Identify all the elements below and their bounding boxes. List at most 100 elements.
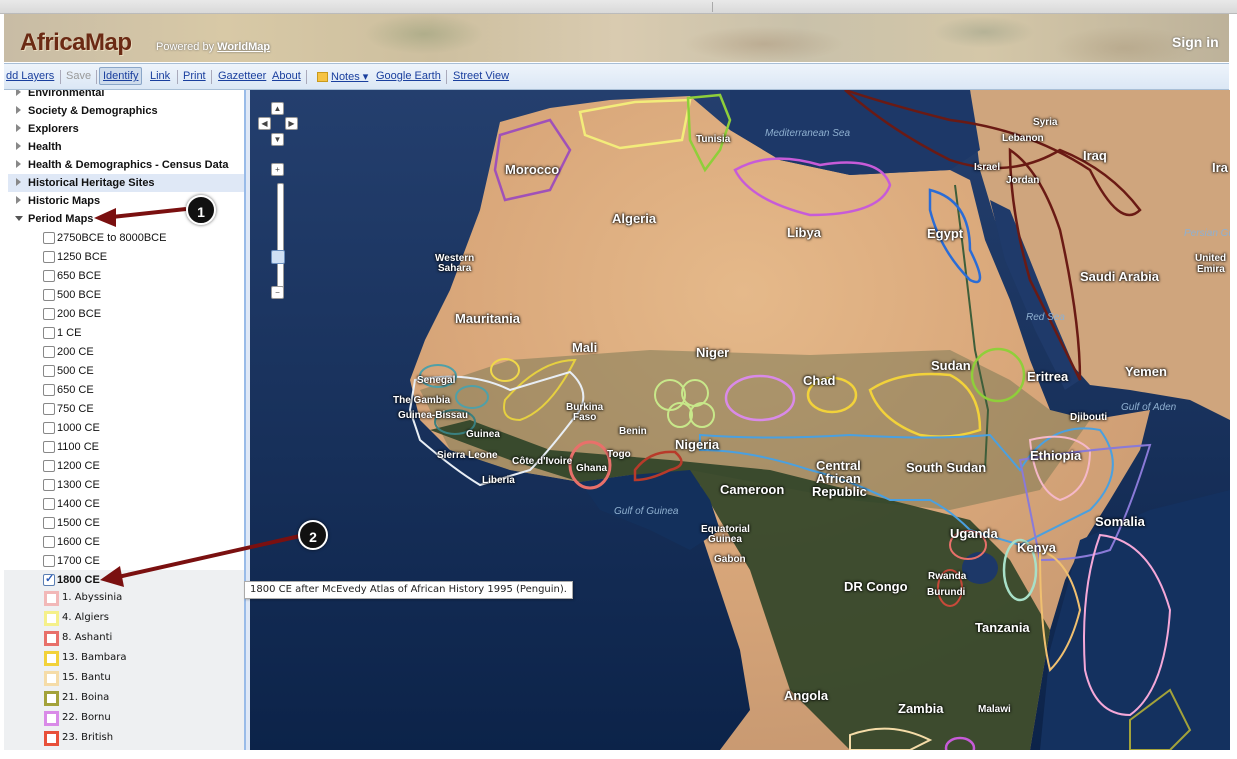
layer-label: 650 BCE — [57, 270, 102, 282]
period-layer-item[interactable]: 650 CE — [40, 381, 240, 400]
layer-label: 1500 CE — [57, 517, 100, 529]
layer-checkbox[interactable] — [43, 517, 55, 529]
worldmap-link[interactable]: WorldMap — [217, 41, 270, 53]
layer-label: 500 CE — [57, 365, 94, 377]
legend-item: 8. Ashanti — [40, 628, 240, 648]
app-header: AfricaMap Powered by WorldMap Sign in — [4, 14, 1229, 62]
period-layer-item[interactable]: 200 CE — [40, 343, 240, 362]
layer-checkbox[interactable] — [43, 422, 55, 434]
zoom-slider-thumb[interactable] — [271, 250, 285, 264]
identify-button[interactable]: Identify — [99, 67, 143, 85]
expand-arrow-icon[interactable] — [16, 124, 21, 132]
collapse-arrow-icon[interactable] — [15, 216, 23, 221]
period-layer-item[interactable]: 1200 CE — [40, 457, 240, 476]
period-layer-item[interactable]: 1700 CE — [40, 552, 240, 571]
legend-label: 21. Boina — [62, 692, 110, 703]
map-label: Ghana — [576, 463, 608, 474]
category-historical-heritage[interactable]: Historical Heritage Sites — [8, 174, 244, 192]
layer-label: 1400 CE — [57, 498, 100, 510]
sign-in-link[interactable]: Sign in — [1172, 34, 1219, 50]
period-layer-item[interactable]: 1500 CE — [40, 514, 240, 533]
category-environmental[interactable]: Environmental — [8, 90, 244, 102]
street-view-button[interactable]: Street View — [453, 70, 509, 82]
category-explorers[interactable]: Explorers — [8, 120, 244, 138]
layer-checkbox[interactable] — [43, 251, 55, 263]
map-label: Saudi Arabia — [1080, 269, 1159, 284]
period-layer-item[interactable]: 750 CE — [40, 400, 240, 419]
expand-arrow-icon[interactable] — [16, 142, 21, 150]
period-layer-item[interactable]: 1400 CE — [40, 495, 240, 514]
add-layers-button[interactable]: dd Layers — [6, 70, 54, 82]
map-label: Lebanon — [1002, 133, 1044, 144]
period-layer-item[interactable]: 1300 CE — [40, 476, 240, 495]
layer-checkbox[interactable] — [43, 327, 55, 339]
period-layer-item[interactable]: 1100 CE — [40, 438, 240, 457]
layer-checkbox[interactable] — [43, 536, 55, 548]
expand-arrow-icon[interactable] — [16, 178, 21, 186]
map-label: Mauritania — [455, 311, 521, 326]
layer-checkbox[interactable] — [43, 441, 55, 453]
period-layer-item[interactable]: 200 BCE — [40, 305, 240, 324]
layer-checkbox[interactable] — [43, 308, 55, 320]
layer-checkbox[interactable] — [43, 498, 55, 510]
period-layer-item[interactable]: 1600 CE — [40, 533, 240, 552]
app-window: AfricaMap Powered by WorldMap Sign in dd… — [0, 0, 1237, 759]
period-layer-item[interactable]: 650 BCE — [40, 267, 240, 286]
layer-checkbox[interactable] — [43, 572, 55, 586]
layer-label: 1 CE — [57, 327, 82, 339]
category-society-demographics[interactable]: Society & Demographics — [8, 102, 244, 120]
legend-swatch — [44, 731, 59, 746]
map-label: Chad — [803, 373, 836, 388]
layer-checkbox[interactable] — [43, 403, 55, 415]
powered-prefix: Powered by — [156, 41, 215, 53]
layer-checkbox[interactable] — [43, 384, 55, 396]
category-health-census[interactable]: Health & Demographics - Census Data — [8, 156, 244, 174]
layer-checkbox[interactable] — [43, 555, 55, 567]
layer-checkbox[interactable] — [43, 289, 55, 301]
layer-checkbox[interactable] — [43, 232, 55, 244]
zoom-in-button[interactable]: + — [271, 163, 284, 176]
period-layer-item[interactable]: 1000 CE — [40, 419, 240, 438]
layer-tooltip: 1800 CE after McEvedy Atlas of African H… — [244, 581, 573, 599]
map-view[interactable]: ▲ ◀ ▶ ▼ + − Morocco Tunisia Mediterranea… — [250, 90, 1230, 750]
pan-down-icon[interactable]: ▼ — [271, 133, 284, 146]
legend-label: 22. Bornu — [62, 712, 111, 723]
category-health[interactable]: Health — [8, 138, 244, 156]
toolbar: dd Layers Save Identify Link Print Gazet… — [4, 63, 1229, 90]
print-button[interactable]: Print — [183, 70, 206, 82]
notes-menu[interactable]: Notes ▾ — [331, 70, 368, 83]
period-layer-item[interactable]: 2750BCE to 8000BCE — [40, 229, 240, 248]
map-label: Gulf of Guinea — [614, 506, 679, 517]
period-layer-item[interactable]: 1 CE — [40, 324, 240, 343]
link-button[interactable]: Link — [150, 70, 170, 82]
pan-up-icon[interactable]: ▲ — [271, 102, 284, 115]
gazetteer-button[interactable]: Gazetteer — [218, 70, 266, 82]
legend-label: 8. Ashanti — [62, 632, 113, 643]
layer-checkbox[interactable] — [43, 460, 55, 472]
map-label: Algeria — [612, 211, 657, 226]
period-layer-item[interactable]: 500 BCE — [40, 286, 240, 305]
layer-checkbox[interactable] — [43, 270, 55, 282]
expand-arrow-icon[interactable] — [16, 106, 21, 114]
layer-checkbox[interactable] — [43, 346, 55, 358]
zoom-slider-track[interactable] — [277, 183, 284, 293]
save-button[interactable]: Save — [66, 70, 91, 82]
pan-left-icon[interactable]: ◀ — [258, 117, 271, 130]
expand-arrow-icon[interactable] — [16, 160, 21, 168]
pan-right-icon[interactable]: ▶ — [285, 117, 298, 130]
map-label: Yemen — [1125, 364, 1167, 379]
period-layer-item[interactable]: 1250 BCE — [40, 248, 240, 267]
map-label: Burundi — [927, 587, 966, 598]
period-layer-item[interactable]: 500 CE — [40, 362, 240, 381]
layer-checkbox[interactable] — [43, 365, 55, 377]
layer-checkbox[interactable] — [43, 479, 55, 491]
expand-arrow-icon[interactable] — [16, 196, 21, 204]
legend-label: 1. Abyssinia — [62, 592, 123, 603]
about-button[interactable]: About — [272, 70, 301, 82]
map-label: Israel — [974, 162, 1001, 173]
map-label: Eritrea — [1027, 369, 1069, 384]
map-label: United — [1195, 253, 1227, 264]
map-label: Nigeria — [675, 437, 720, 452]
google-earth-button[interactable]: Google Earth — [376, 70, 441, 82]
zoom-out-button[interactable]: − — [271, 286, 284, 299]
